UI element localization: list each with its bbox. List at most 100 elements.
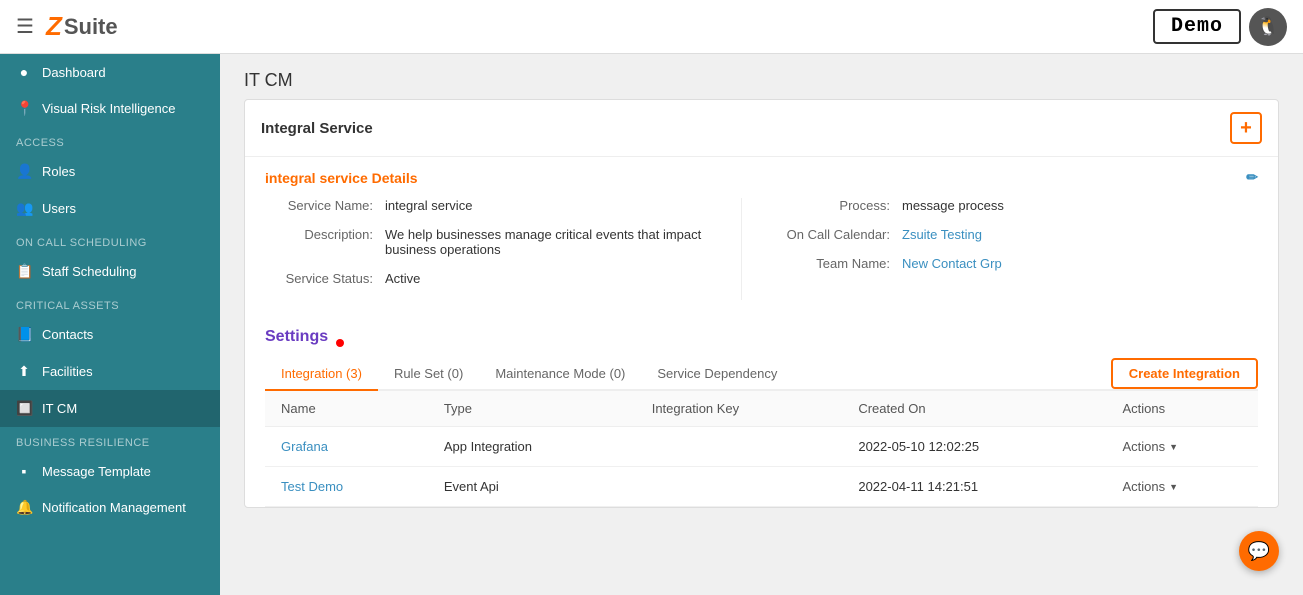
dashboard-icon: ● (16, 64, 32, 80)
table-body: Grafana App Integration 2022-05-10 12:02… (265, 427, 1258, 507)
sidebar-item-message-template[interactable]: ▪ Message Template (0, 453, 220, 489)
service-status-row: Service Status: Active (265, 271, 741, 286)
description-row: Description: We help businesses manage c… (265, 227, 741, 257)
details-title: integral service Details ✏ (265, 169, 1258, 186)
service-name-value: integral service (385, 198, 741, 213)
sidebar-label-message-template: Message Template (42, 464, 151, 479)
topbar-right: Demo 🐧 (1153, 8, 1287, 46)
page-title: IT CM (244, 70, 1279, 91)
table-row: Grafana App Integration 2022-05-10 12:02… (265, 427, 1258, 467)
sidebar-label-facilities: Facilities (42, 364, 93, 379)
process-row: Process: message process (782, 198, 1258, 213)
chat-icon: 💬 (1248, 541, 1270, 562)
row1-actions-button[interactable]: Actions (1123, 439, 1179, 454)
logo-z: Z (46, 11, 62, 42)
sidebar-item-contacts[interactable]: 📘 Contacts (0, 316, 220, 353)
description-value: We help businesses manage critical event… (385, 227, 741, 257)
menu-icon[interactable]: ☰ (16, 14, 34, 39)
itcm-icon: 🔲 (16, 400, 32, 417)
sidebar-label-staff-scheduling: Staff Scheduling (42, 264, 136, 279)
process-value: message process (902, 198, 1258, 213)
create-integration-button[interactable]: Create Integration (1111, 358, 1258, 389)
col-type: Type (428, 391, 636, 427)
on-call-calendar-value[interactable]: Zsuite Testing (902, 227, 1258, 242)
sidebar-item-users[interactable]: 👥 Users (0, 190, 220, 227)
team-name-value[interactable]: New Contact Grp (902, 256, 1258, 271)
sidebar-item-roles[interactable]: 👤 Roles (0, 153, 220, 190)
logo-suite: Suite (64, 14, 118, 40)
description-label: Description: (265, 227, 385, 242)
tabs-row: Integration (3) Rule Set (0) Maintenance… (265, 358, 1258, 391)
col-actions: Actions (1107, 391, 1259, 427)
sidebar-section-business-resilience: BUSINESS RESILIENCE (0, 427, 220, 453)
topbar: ☰ Z Suite Demo 🐧 (0, 0, 1303, 54)
sidebar-label-itcm: IT CM (42, 401, 77, 416)
row1-type: App Integration (428, 427, 636, 467)
service-name-label: Service Name: (265, 198, 385, 213)
red-dot-indicator (336, 339, 344, 347)
integration-table: Name Type Integration Key Created On Act… (265, 391, 1258, 507)
sidebar-item-visual-risk[interactable]: 📍 Visual Risk Intelligence (0, 90, 220, 127)
details-title-text: integral service Details (265, 170, 418, 186)
service-status-label: Service Status: (265, 271, 385, 286)
row1-integration-key (636, 427, 843, 467)
table-row: Test Demo Event Api 2022-04-11 14:21:51 … (265, 467, 1258, 507)
service-status-value: Active (385, 271, 741, 286)
sidebar-label-contacts: Contacts (42, 327, 93, 342)
sidebar-item-itcm[interactable]: 🔲 IT CM (0, 390, 220, 427)
row1-created-on: 2022-05-10 12:02:25 (842, 427, 1106, 467)
tab-rule-set[interactable]: Rule Set (0) (378, 358, 479, 391)
table-header-row: Name Type Integration Key Created On Act… (265, 391, 1258, 427)
visual-risk-icon: 📍 (16, 100, 32, 117)
team-name-row: Team Name: New Contact Grp (782, 256, 1258, 271)
facilities-icon: ⬆ (16, 363, 32, 380)
card-add-button[interactable]: + (1230, 112, 1262, 144)
col-integration-key: Integration Key (636, 391, 843, 427)
sidebar-item-dashboard[interactable]: ● Dashboard (0, 54, 220, 90)
row2-type: Event Api (428, 467, 636, 507)
contacts-icon: 📘 (16, 326, 32, 343)
sidebar-item-facilities[interactable]: ⬆ Facilities (0, 353, 220, 390)
on-call-calendar-label: On Call Calendar: (782, 227, 902, 242)
sidebar-item-notification-mgmt[interactable]: 🔔 Notification Management (0, 489, 220, 526)
sidebar-item-staff-scheduling[interactable]: 📋 Staff Scheduling (0, 253, 220, 290)
roles-icon: 👤 (16, 163, 32, 180)
table-head: Name Type Integration Key Created On Act… (265, 391, 1258, 427)
demo-badge: Demo (1153, 9, 1241, 44)
row2-name[interactable]: Test Demo (265, 467, 428, 507)
sidebar-section-on-call: ON CALL SCHEDULING (0, 227, 220, 253)
row2-created-on: 2022-04-11 14:21:51 (842, 467, 1106, 507)
row2-actions: Actions (1107, 467, 1259, 507)
main-content: IT CM Integral Service + integral servic… (220, 54, 1303, 595)
sidebar-label-roles: Roles (42, 164, 75, 179)
sidebar: ● Dashboard 📍 Visual Risk Intelligence A… (0, 54, 220, 595)
tab-maintenance-mode[interactable]: Maintenance Mode (0) (479, 358, 641, 391)
details-left-col: Service Name: integral service Descripti… (265, 198, 741, 300)
card-header: Integral Service + (245, 100, 1278, 157)
tab-service-dependency[interactable]: Service Dependency (641, 358, 793, 391)
users-icon: 👥 (16, 200, 32, 217)
user-avatar[interactable]: 🐧 (1249, 8, 1287, 46)
notification-mgmt-icon: 🔔 (16, 499, 32, 516)
sidebar-label-notification-mgmt: Notification Management (42, 500, 186, 515)
on-call-calendar-row: On Call Calendar: Zsuite Testing (782, 227, 1258, 242)
card-header-title: Integral Service (261, 120, 373, 137)
sidebar-section-access: ACCESS (0, 127, 220, 153)
integration-table-element: Name Type Integration Key Created On Act… (265, 391, 1258, 507)
team-name-label: Team Name: (782, 256, 902, 271)
process-label: Process: (782, 198, 902, 213)
row1-name[interactable]: Grafana (265, 427, 428, 467)
chat-bubble[interactable]: 💬 (1239, 531, 1279, 571)
col-created-on: Created On (842, 391, 1106, 427)
settings-title: Settings (265, 328, 328, 346)
details-right-col: Process: message process On Call Calenda… (741, 198, 1258, 300)
sidebar-label-dashboard: Dashboard (42, 65, 106, 80)
tab-integration[interactable]: Integration (3) (265, 358, 378, 391)
settings-section: Settings Integration (3) Rule Set (0) Ma… (245, 316, 1278, 507)
staff-scheduling-icon: 📋 (16, 263, 32, 280)
row2-actions-button[interactable]: Actions (1123, 479, 1179, 494)
edit-icon[interactable]: ✏ (1246, 169, 1258, 186)
service-name-row: Service Name: integral service (265, 198, 741, 213)
sidebar-label-visual-risk: Visual Risk Intelligence (42, 101, 175, 116)
details-grid: Service Name: integral service Descripti… (265, 198, 1258, 300)
